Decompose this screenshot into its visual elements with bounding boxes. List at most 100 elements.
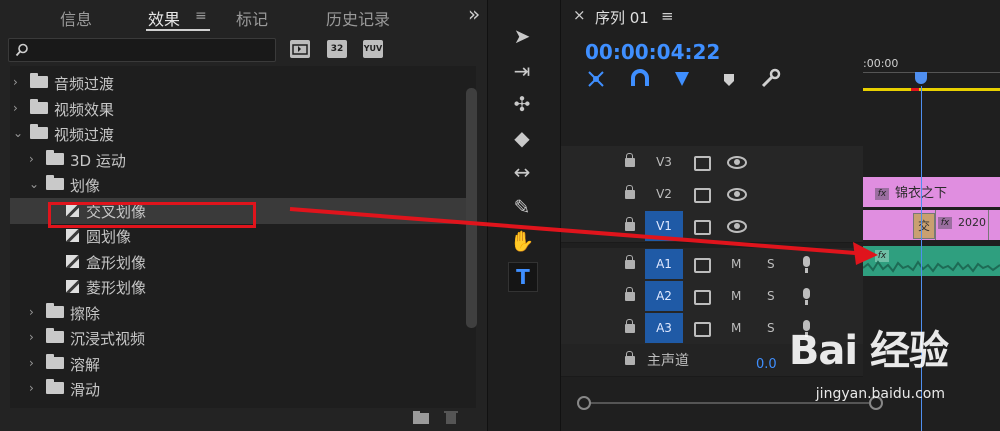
tab-markers[interactable]: 标记 [236,6,268,30]
delete-icon[interactable] [444,411,458,424]
track-target[interactable]: A2 [645,281,683,311]
tab-history[interactable]: 历史记录 [326,6,390,30]
tree-item-label: 3D 运动 [70,151,126,170]
tree-item-label: 滑动 [70,381,101,399]
playhead[interactable] [915,72,927,84]
tree-item-label: 擦除 [70,304,101,323]
tree-item-label: 视频效果 [54,100,115,119]
folder-item[interactable]: › 视频效果 [10,96,466,122]
tree-item-label: 菱形划像 [86,279,147,297]
folder-item[interactable]: ⌄ 划像 [10,172,466,198]
32-bit-icon[interactable]: 32 [327,40,347,58]
eye-icon[interactable] [727,156,747,169]
yuv-icon[interactable]: YUV [363,40,383,58]
track-header-v3[interactable]: V3 [561,146,863,179]
transition-preset-icon [66,229,79,242]
time-ruler[interactable] [863,72,1000,85]
sync-lock-icon[interactable] [694,290,711,305]
close-icon[interactable]: × [573,6,586,24]
active-tab-indicator [146,29,210,31]
lock-icon[interactable] [625,185,635,199]
razor-tool-icon[interactable]: ◆ [508,124,536,152]
chevron-right-icon[interactable]: › [29,330,34,344]
selection-tool-icon[interactable]: ➤ [508,22,536,50]
lock-icon[interactable] [625,319,635,333]
mute-button[interactable]: M [731,289,741,303]
effects-search-input[interactable] [8,38,276,62]
slip-tool-icon[interactable]: ↔ [508,158,536,186]
effect-item[interactable]: 菱形划像 [10,274,466,300]
solo-button[interactable]: S [767,289,775,303]
folder-icon [46,328,64,343]
tree-item-label: 音频过渡 [54,75,115,93]
lock-icon[interactable] [625,153,635,167]
tree-item-label: 盒形划像 [86,253,147,272]
folder-item[interactable]: › 沉浸式视频 [10,325,466,351]
timeline-settings-icon[interactable] [761,68,781,88]
tree-item-label: 圆划像 [86,228,132,246]
mute-button[interactable]: M [731,321,741,335]
track-header-a2[interactable]: A2 M S [561,280,863,313]
chevron-down-icon[interactable]: ⌄ [29,177,39,191]
master-volume[interactable]: 0.0 [756,357,777,372]
tab-effects[interactable]: 效果 [148,6,180,30]
folder-icon [46,379,64,394]
ruler-label: :00:00 [863,57,899,70]
linked-selection-icon[interactable] [675,72,689,86]
folder-item[interactable]: › 3D 运动 [10,147,466,173]
folder-icon [46,353,64,369]
lock-icon[interactable] [625,287,635,301]
sequence-menu-icon[interactable]: ≡ [661,7,674,25]
annotation-arrow [289,207,878,265]
mic-icon[interactable] [803,288,810,305]
clip-v1-segment[interactable]: fx 2020 [935,210,989,240]
tab-menu-icon[interactable]: ≡ [195,8,207,24]
chevron-right-icon[interactable]: › [13,101,18,115]
folder-icon [30,98,48,114]
folder-item[interactable]: › 音频过渡 [10,70,466,96]
folder-icon [46,302,64,318]
ripple-edit-tool-icon[interactable]: ✣ [508,90,536,118]
accelerated-effects-icon[interactable] [290,40,310,58]
overflow-icon[interactable]: » [468,2,480,26]
track-target[interactable]: A3 [645,313,683,343]
chevron-right-icon[interactable]: › [29,356,34,370]
work-area-bar[interactable] [863,88,1000,91]
timecode[interactable]: 00:00:04:22 [585,40,720,64]
tree-item-label: 划像 [70,177,101,195]
track-select-tool-icon[interactable]: ⇥ [508,57,536,85]
sync-lock-icon[interactable] [694,322,711,337]
fx-badge: fx [938,216,952,229]
chevron-down-icon[interactable]: ⌄ [13,126,23,140]
zoom-track[interactable] [579,402,869,404]
folder-item[interactable]: › 溶解 [10,351,466,377]
zoom-handle-left[interactable] [577,396,591,410]
tree-item-label: 沉浸式视频 [70,330,146,348]
solo-button[interactable]: S [767,321,775,335]
in-point-marker [911,88,919,91]
new-bin-icon[interactable] [413,411,429,424]
folder-item[interactable]: › 擦除 [10,300,466,326]
folder-icon [30,124,48,139]
highlight-box [48,202,256,228]
chevron-right-icon[interactable]: › [13,75,18,89]
nest-icon[interactable] [588,71,604,87]
chevron-right-icon[interactable]: › [29,305,34,319]
sequence-tab[interactable]: 序列 01 [595,7,649,28]
folder-icon [30,73,48,88]
folder-item[interactable]: ⌄ 视频过渡 [10,121,466,147]
master-track-label: 主声道 [647,353,689,369]
clip-v1-label: 2020 [958,216,986,229]
snap-icon[interactable] [631,69,649,86]
chevron-right-icon[interactable]: › [29,152,34,166]
add-marker-icon[interactable] [724,74,734,86]
timeline-toolbar [588,68,781,88]
track-target[interactable]: V3 [645,147,683,177]
tab-info[interactable]: 信息 [60,6,92,30]
folder-item[interactable]: › 滑动 [10,376,466,402]
tree-item-label: 溶解 [70,355,101,374]
lock-icon[interactable] [625,351,635,365]
chevron-right-icon[interactable]: › [29,381,34,395]
transition-preset-icon [66,254,79,268]
sync-lock-icon[interactable] [694,156,711,171]
